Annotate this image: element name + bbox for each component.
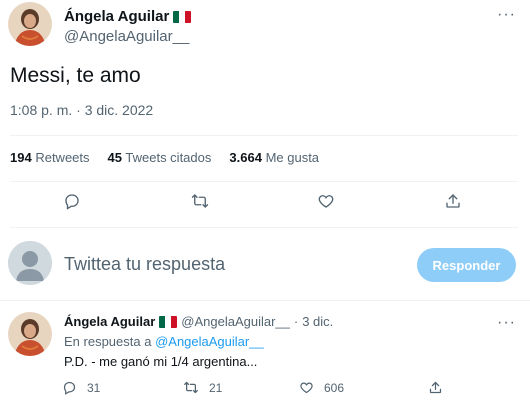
reply-count: 31 (87, 380, 101, 395)
author-handle[interactable]: @AngelaAguilar__ (64, 28, 189, 45)
reply-icon (63, 381, 76, 395)
like-icon (300, 382, 313, 394)
reply-tweet-date[interactable]: 3 dic. (302, 314, 333, 329)
likes-count: 3.664 (229, 150, 262, 165)
author-name[interactable]: Ángela Aguilar (64, 8, 169, 25)
reply-tweet-share[interactable] (428, 380, 443, 395)
retweets-stat[interactable]: 194 Retweets (10, 150, 90, 165)
share-icon[interactable] (442, 190, 464, 212)
reply-tweet-header: Ángela Aguilar @AngelaAguilar__ · 3 dic. (64, 314, 333, 329)
reply-button[interactable]: Responder (417, 248, 516, 282)
mexico-flag-icon (173, 10, 192, 23)
divider (10, 227, 518, 228)
retweet-count: 21 (209, 380, 223, 395)
reply-tweet-text: P.D. - me ganó mi 1/4 argentina... (64, 354, 258, 369)
likes-stat[interactable]: 3.664 Me gusta (229, 150, 319, 165)
tweet-action-bar (0, 190, 530, 216)
reply-author-avatar[interactable] (8, 312, 52, 356)
more-options-icon[interactable]: ··· (497, 315, 516, 331)
reply-tweet-reply[interactable]: 31 (62, 380, 100, 395)
author-name-row: Ángela Aguilar (64, 8, 192, 25)
quotes-count: 45 (107, 150, 122, 165)
user-avatar[interactable] (8, 241, 52, 285)
reply-author-name[interactable]: Ángela Aguilar (64, 314, 155, 329)
tweet-stats: 194 Retweets 45 Tweets citados 3.664 Me … (10, 150, 319, 165)
in-reply-prefix: En respuesta a (64, 334, 152, 349)
default-profile-icon (8, 241, 52, 285)
like-count: 606 (324, 380, 345, 395)
reply-author-handle[interactable]: @AngelaAguilar__ (181, 314, 290, 329)
in-reply-to: En respuesta a @AngelaAguilar__ (64, 334, 264, 349)
reply-tweet-action-bar: 31 21 606 (0, 380, 530, 400)
likes-label: Me gusta (265, 150, 320, 165)
share-icon (429, 381, 442, 394)
tweet-timestamp[interactable]: 1:08 p. m. · 3 dic. 2022 (10, 102, 153, 118)
author-avatar[interactable] (8, 2, 52, 46)
divider (10, 181, 518, 182)
mexico-flag-icon (159, 315, 178, 328)
reply-icon[interactable] (61, 190, 83, 212)
like-icon[interactable] (315, 190, 337, 212)
separator-dot: · (293, 314, 299, 329)
in-reply-mention-link[interactable]: @AngelaAguilar__ (155, 334, 264, 349)
retweet-icon[interactable] (189, 190, 211, 212)
reply-tweet-retweet[interactable]: 21 (183, 380, 222, 395)
divider (0, 300, 530, 301)
reply-tweet-like[interactable]: 606 (299, 380, 344, 395)
reply-input[interactable]: Twittea tu respuesta (64, 254, 225, 275)
retweet-icon (184, 381, 198, 394)
divider (10, 135, 518, 136)
quotes-label: Tweets citados (125, 150, 212, 165)
tweet-text: Messi, te amo (10, 64, 141, 87)
more-options-icon[interactable]: ··· (497, 7, 516, 23)
retweets-label: Retweets (35, 150, 90, 165)
retweets-count: 194 (10, 150, 32, 165)
quotes-stat[interactable]: 45 Tweets citados (108, 150, 212, 165)
